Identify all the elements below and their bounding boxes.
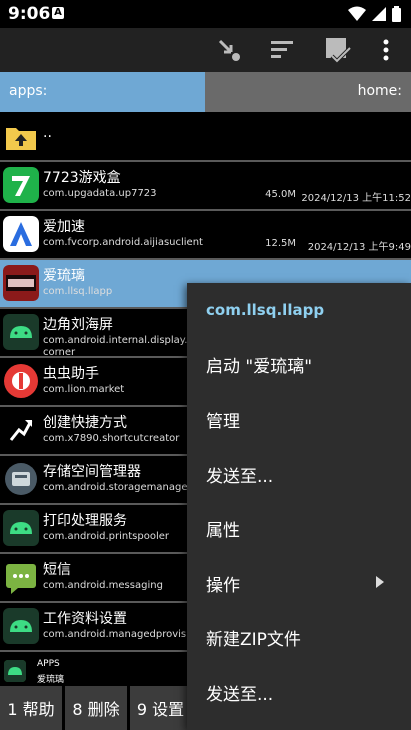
- 7723-app-icon: [3, 167, 39, 203]
- android-app-icon: [3, 608, 39, 644]
- messaging-app-icon: [6, 564, 36, 594]
- app-package: com.llsq.llapp: [43, 286, 113, 297]
- app-package-line: corner: [43, 347, 76, 358]
- app-name: 打印处理服务: [43, 513, 127, 529]
- menu-item-new-zip[interactable]: 新建ZIP文件: [187, 611, 411, 666]
- chongchong-app-icon: [4, 364, 38, 398]
- menu-item-actions[interactable]: 操作: [187, 556, 411, 611]
- android-app-icon: [4, 660, 26, 682]
- aijiasu-app-icon: [3, 216, 39, 252]
- app-package: com.x7890.shortcutcreator: [43, 433, 180, 444]
- delete-button[interactable]: 8 删除: [65, 686, 127, 730]
- app-package: com.lion.market: [43, 384, 125, 395]
- download-icon[interactable]: [215, 36, 243, 64]
- settings-button[interactable]: 9 设置: [130, 686, 191, 730]
- toolbar: [0, 28, 411, 72]
- more-options-icon[interactable]: [372, 36, 400, 64]
- app-name: 边角刘海屏: [43, 317, 113, 333]
- app-name: 虫虫助手: [43, 366, 99, 382]
- menu-item-send-to[interactable]: 发送至...: [187, 447, 411, 502]
- left-path: apps:: [9, 83, 48, 99]
- app-date: 2024/12/13 上午9:49: [307, 242, 411, 253]
- app-name: 7723游戏盒: [43, 170, 121, 186]
- app-name: 工作资料设置: [43, 611, 127, 627]
- app-name: 爱加速: [43, 219, 85, 235]
- app-name: 存储空间管理器: [43, 464, 141, 480]
- app-package: com.android.messaging: [43, 580, 163, 591]
- sort-icon[interactable]: [268, 36, 296, 64]
- storage-app-icon: [5, 463, 37, 495]
- app-size: 45.0M: [265, 189, 296, 200]
- list-item[interactable]: 爱加速 com.fvcorp.android.aijiasuclient 12.…: [0, 211, 411, 260]
- help-button[interactable]: 1 帮助: [0, 686, 62, 730]
- app-package: com.android.printspooler: [43, 531, 169, 542]
- android-app-icon: [3, 510, 39, 546]
- info-selected: 爱琉璃: [37, 675, 65, 685]
- context-menu: com.llsq.llapp 启动 "爱琉璃" 管理 发送至... 属性 操作 …: [187, 283, 411, 730]
- app-package-line: com.android.internal.display.cut: [43, 335, 204, 346]
- app-name: 爱琉璃: [43, 268, 85, 284]
- menu-title: com.llsq.llapp: [206, 301, 325, 320]
- status-time: 9:06: [8, 4, 51, 24]
- menu-item-properties[interactable]: 属性: [187, 501, 411, 556]
- app-package: com.android.storagemanager: [43, 482, 192, 493]
- menu-item-actions-label: 操作: [206, 575, 240, 596]
- app-name: 创建快捷方式: [43, 415, 127, 431]
- notification-icon: A: [52, 7, 64, 19]
- battery-icon: [392, 6, 401, 22]
- status-bar: 9:06 A: [0, 0, 411, 28]
- menu-item-launch[interactable]: 启动 "爱琉璃": [187, 338, 411, 393]
- app-package: com.android.internal.display.cut corner: [43, 335, 203, 359]
- app-date: 2024/12/13 上午11:52: [301, 193, 411, 204]
- app-package: com.upgadata.up7723: [43, 188, 157, 199]
- android-app-icon: [3, 314, 39, 350]
- right-panel-tab[interactable]: home:: [358, 83, 402, 99]
- list-item[interactable]: 7723游戏盒 com.upgadata.up7723 45.0M 2024/1…: [0, 162, 411, 211]
- left-panel-tab[interactable]: apps:: [0, 72, 205, 112]
- submenu-arrow-icon: [376, 575, 384, 588]
- folder-up-icon: [6, 128, 36, 150]
- app-size: 12.5M: [265, 238, 296, 249]
- info-category: APPS: [37, 659, 60, 669]
- system-icons: [348, 6, 401, 22]
- ailiuli-app-icon: [3, 265, 39, 301]
- select-all-icon[interactable]: [324, 36, 352, 64]
- app-name: 短信: [43, 562, 71, 578]
- path-bar: apps: home:: [0, 72, 411, 112]
- menu-item-send-to-2[interactable]: 发送至...: [187, 665, 411, 720]
- app-package: com.fvcorp.android.aijiasuclient: [43, 237, 203, 248]
- parent-dir-row[interactable]: ..: [0, 113, 411, 162]
- parent-dir-label: ..: [43, 125, 52, 141]
- shortcut-app-icon: [3, 412, 39, 448]
- menu-item-manage[interactable]: 管理: [187, 392, 411, 447]
- wifi-icon: [348, 6, 366, 21]
- cell-signal-icon: [372, 7, 386, 21]
